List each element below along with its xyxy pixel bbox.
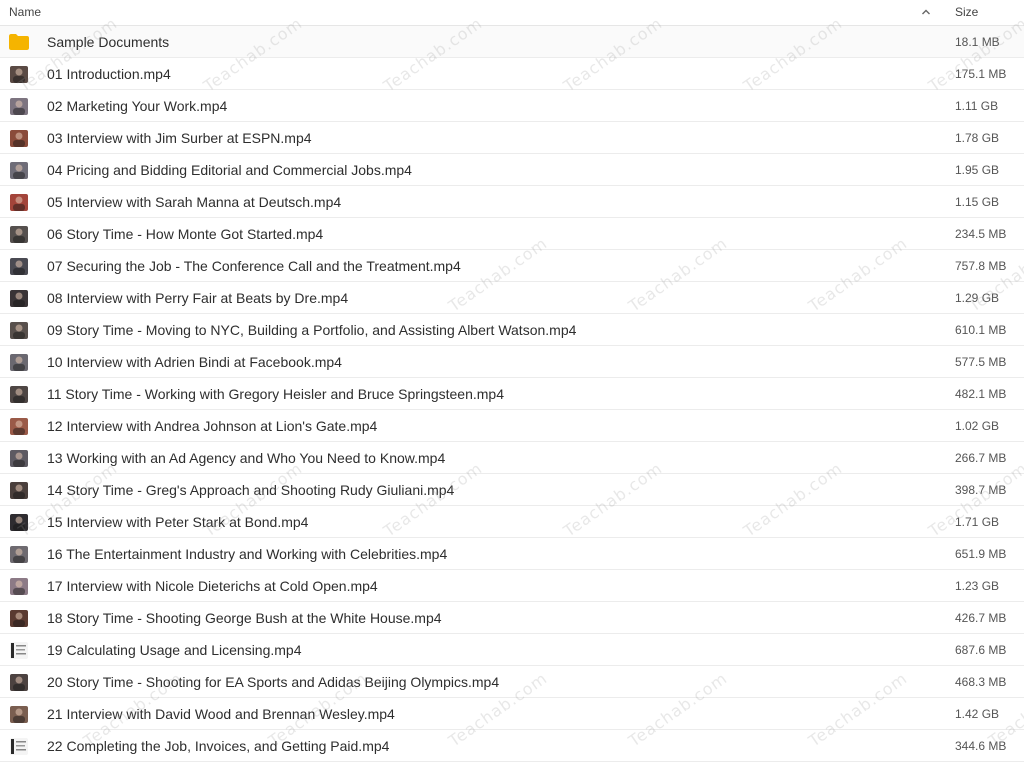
file-name[interactable]: 04 Pricing and Bidding Editorial and Com… (47, 162, 412, 178)
file-size: 651.9 MB (955, 547, 1007, 561)
file-name[interactable]: 17 Interview with Nicole Dieterichs at C… (47, 578, 378, 594)
list-header: Name Size (0, 0, 1024, 26)
video-thumbnail-icon (10, 194, 28, 211)
file-row[interactable]: 11 Story Time - Working with Gregory Hei… (0, 378, 1024, 410)
file-row[interactable]: 21 Interview with David Wood and Brennan… (0, 698, 1024, 730)
file-size: 1.02 GB (955, 419, 1000, 433)
folder-icon (9, 34, 29, 50)
video-thumbnail-icon (10, 578, 28, 595)
file-row[interactable]: 03 Interview with Jim Surber at ESPN.mp4… (0, 122, 1024, 154)
file-name[interactable]: 19 Calculating Usage and Licensing.mp4 (47, 642, 302, 658)
file-row[interactable]: 04 Pricing and Bidding Editorial and Com… (0, 154, 1024, 186)
file-name[interactable]: 14 Story Time - Greg's Approach and Shoo… (47, 482, 454, 498)
file-size: 1.95 GB (955, 163, 1000, 177)
file-name[interactable]: 12 Interview with Andrea Johnson at Lion… (47, 418, 377, 434)
file-size: 1.29 GB (955, 291, 1000, 305)
chevron-up-icon[interactable] (920, 6, 932, 18)
file-size: 266.7 MB (955, 451, 1007, 465)
file-size: 426.7 MB (955, 611, 1007, 625)
file-row[interactable]: 14 Story Time - Greg's Approach and Shoo… (0, 474, 1024, 506)
folder-row[interactable]: Sample Documents 18.1 MB (0, 26, 1024, 58)
file-name[interactable]: 05 Interview with Sarah Manna at Deutsch… (47, 194, 341, 210)
file-name[interactable]: 07 Securing the Job - The Conference Cal… (47, 258, 461, 274)
file-name[interactable]: 02 Marketing Your Work.mp4 (47, 98, 227, 114)
video-thumbnail-icon (10, 546, 28, 563)
file-name[interactable]: 10 Interview with Adrien Bindi at Facebo… (47, 354, 342, 370)
file-size: 1.78 GB (955, 131, 1000, 145)
file-name[interactable]: 09 Story Time - Moving to NYC, Building … (47, 322, 576, 338)
file-row[interactable]: 06 Story Time - How Monte Got Started.mp… (0, 218, 1024, 250)
video-thumbnail-icon (10, 98, 28, 115)
video-thumbnail-icon (10, 386, 28, 403)
file-row[interactable]: 16 The Entertainment Industry and Workin… (0, 538, 1024, 570)
video-thumbnail-icon (10, 674, 28, 691)
file-row[interactable]: 12 Interview with Andrea Johnson at Lion… (0, 410, 1024, 442)
video-thumbnail-icon (10, 482, 28, 499)
file-size: 482.1 MB (955, 387, 1007, 401)
file-row[interactable]: 19 Calculating Usage and Licensing.mp4 68… (0, 634, 1024, 666)
file-name[interactable]: 22 Completing the Job, Invoices, and Get… (47, 738, 389, 754)
file-name[interactable]: 08 Interview with Perry Fair at Beats by… (47, 290, 348, 306)
file-size: 175.1 MB (955, 67, 1007, 81)
video-thumbnail-icon (10, 162, 28, 179)
video-thumbnail-icon (10, 290, 28, 307)
file-row[interactable]: 01 Introduction.mp4 175.1 MB (0, 58, 1024, 90)
video-thumbnail-icon (10, 130, 28, 147)
file-row[interactable]: 15 Interview with Peter Stark at Bond.mp… (0, 506, 1024, 538)
file-name[interactable]: 20 Story Time - Shooting for EA Sports a… (47, 674, 499, 690)
video-thumbnail-icon (10, 642, 28, 659)
video-thumbnail-icon (10, 514, 28, 531)
file-name[interactable]: 21 Interview with David Wood and Brennan… (47, 706, 395, 722)
file-size: 1.15 GB (955, 195, 1000, 209)
video-thumbnail-icon (10, 738, 28, 755)
file-size: 687.6 MB (955, 643, 1007, 657)
file-size: 610.1 MB (955, 323, 1007, 337)
video-thumbnail-icon (10, 226, 28, 243)
file-row[interactable]: 13 Working with an Ad Agency and Who You… (0, 442, 1024, 474)
file-size: 468.3 MB (955, 675, 1007, 689)
video-thumbnail-icon (10, 706, 28, 723)
file-name[interactable]: 16 The Entertainment Industry and Workin… (47, 546, 447, 562)
file-name[interactable]: Sample Documents (47, 34, 169, 50)
file-row[interactable]: 09 Story Time - Moving to NYC, Building … (0, 314, 1024, 346)
file-name[interactable]: 06 Story Time - How Monte Got Started.mp… (47, 226, 323, 242)
file-row[interactable]: 17 Interview with Nicole Dieterichs at C… (0, 570, 1024, 602)
file-name[interactable]: 03 Interview with Jim Surber at ESPN.mp4 (47, 130, 312, 146)
video-thumbnail-icon (10, 610, 28, 627)
file-size: 577.5 MB (955, 355, 1007, 369)
file-size: 1.23 GB (955, 579, 1000, 593)
file-size: 1.11 GB (955, 99, 999, 113)
file-row[interactable]: 05 Interview with Sarah Manna at Deutsch… (0, 186, 1024, 218)
file-name[interactable]: 01 Introduction.mp4 (47, 66, 171, 82)
video-thumbnail-icon (10, 66, 28, 83)
file-name[interactable]: 11 Story Time - Working with Gregory Hei… (47, 386, 504, 402)
video-thumbnail-icon (10, 322, 28, 339)
file-row[interactable]: 20 Story Time - Shooting for EA Sports a… (0, 666, 1024, 698)
file-row[interactable]: 22 Completing the Job, Invoices, and Get… (0, 730, 1024, 762)
file-size: 1.42 GB (955, 707, 1000, 721)
file-size: 344.6 MB (955, 739, 1007, 753)
file-size: 1.71 GB (955, 515, 1000, 529)
file-list: Sample Documents 18.1 MB 01 Introduction.m… (0, 26, 1024, 762)
file-size: 757.8 MB (955, 259, 1007, 273)
file-size: 234.5 MB (955, 227, 1007, 241)
video-thumbnail-icon (10, 450, 28, 467)
file-name[interactable]: 15 Interview with Peter Stark at Bond.mp… (47, 514, 308, 530)
file-name[interactable]: 18 Story Time - Shooting George Bush at … (47, 610, 442, 626)
video-thumbnail-icon (10, 354, 28, 371)
column-header-name[interactable]: Name (9, 5, 41, 19)
file-row[interactable]: 08 Interview with Perry Fair at Beats by… (0, 282, 1024, 314)
file-row[interactable]: 10 Interview with Adrien Bindi at Facebo… (0, 346, 1024, 378)
column-header-size[interactable]: Size (955, 5, 978, 19)
file-row[interactable]: 02 Marketing Your Work.mp4 1.11 GB (0, 90, 1024, 122)
file-name[interactable]: 13 Working with an Ad Agency and Who You… (47, 450, 445, 466)
file-row[interactable]: 18 Story Time - Shooting George Bush at … (0, 602, 1024, 634)
video-thumbnail-icon (10, 258, 28, 275)
file-row[interactable]: 07 Securing the Job - The Conference Cal… (0, 250, 1024, 282)
file-size: 398.7 MB (955, 483, 1007, 497)
video-thumbnail-icon (10, 418, 28, 435)
file-size: 18.1 MB (955, 35, 1000, 49)
